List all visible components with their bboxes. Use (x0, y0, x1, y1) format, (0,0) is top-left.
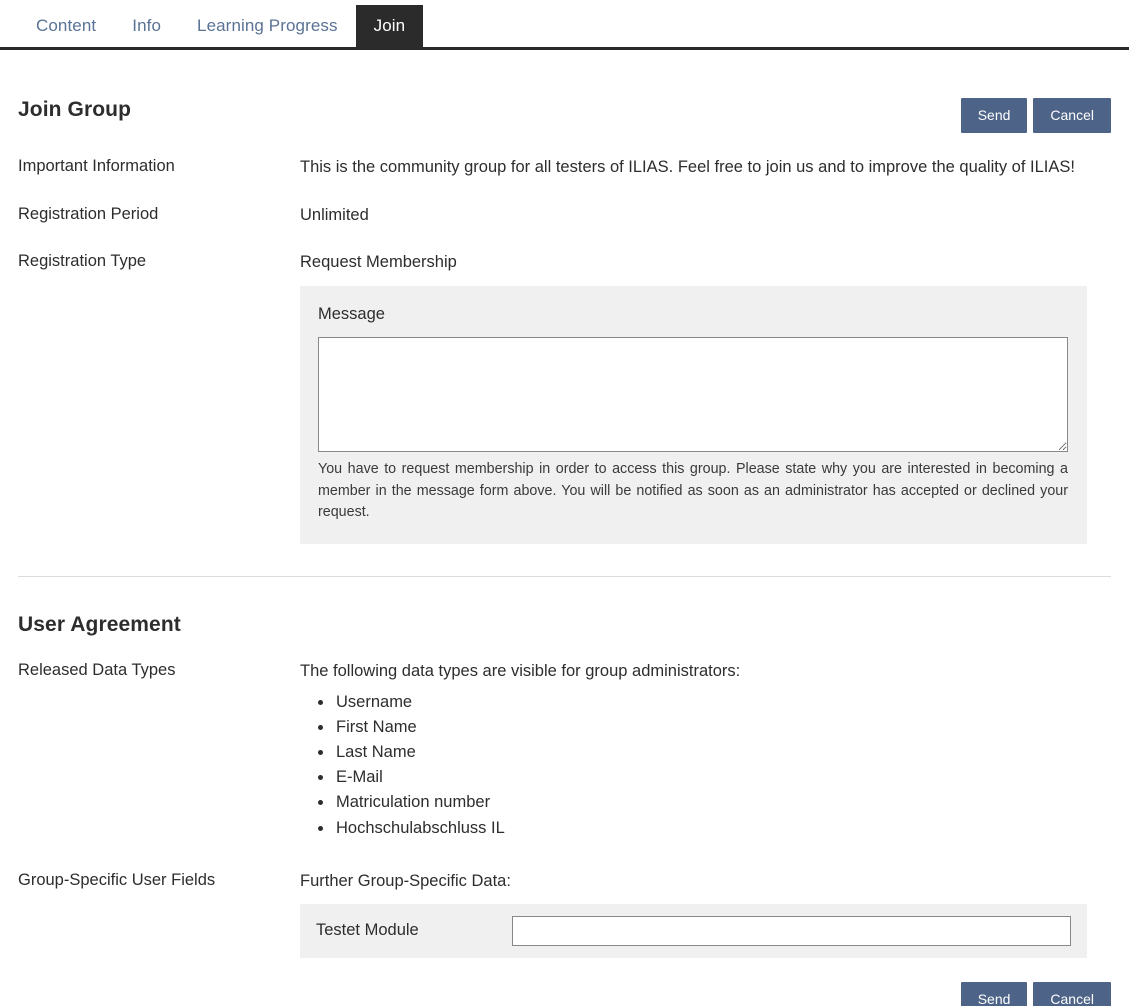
user-agreement-title: User Agreement (18, 613, 181, 637)
value-registration-type: Request Membership (300, 250, 1105, 276)
value-registration-type-wrapper: Request Membership Message You have to r… (300, 250, 1105, 543)
cancel-button-top[interactable]: Cancel (1033, 98, 1111, 133)
join-group-header: Join Group Send Cancel (18, 50, 1111, 133)
cancel-button-bottom[interactable]: Cancel (1033, 982, 1111, 1006)
row-registration-type: Registration Type Request Membership Mes… (18, 250, 1111, 543)
label-registration-period: Registration Period (18, 203, 300, 225)
label-group-specific-user-fields: Group-Specific User Fields (18, 869, 300, 891)
message-label: Message (318, 302, 1069, 328)
value-important-information: This is the community group for all test… (300, 155, 1105, 181)
list-item: Hochschulabschluss IL (334, 816, 1105, 841)
value-released-data-types: The following data types are visible for… (300, 659, 1105, 841)
page-title: Join Group (18, 98, 131, 122)
list-item: Last Name (334, 740, 1105, 765)
tab-join[interactable]: Join (356, 5, 424, 47)
label-important-information: Important Information (18, 155, 300, 177)
released-data-types-intro: The following data types are visible for… (300, 659, 1105, 685)
request-membership-panel: Message You have to request membership i… (300, 286, 1087, 544)
list-item: First Name (334, 715, 1105, 740)
row-group-specific-user-fields: Group-Specific User Fields Further Group… (18, 869, 1111, 959)
main-tab-bar: Content Info Learning Progress Join (0, 0, 1129, 50)
group-specific-data-intro: Further Group-Specific Data: (300, 869, 1105, 895)
page-content: Join Group Send Cancel Important Informa… (0, 50, 1129, 1006)
row-registration-period: Registration Period Unlimited (18, 203, 1111, 229)
list-item: Matriculation number (334, 790, 1105, 815)
list-item: Username (334, 690, 1105, 715)
testet-module-label: Testet Module (316, 918, 512, 944)
top-action-buttons: Send Cancel (961, 98, 1111, 133)
tab-content[interactable]: Content (18, 5, 114, 47)
bottom-action-buttons: Send Cancel (18, 982, 1111, 1006)
group-specific-field-panel: Testet Module (300, 904, 1087, 958)
value-registration-period: Unlimited (300, 203, 1105, 229)
row-released-data-types: Released Data Types The following data t… (18, 659, 1111, 841)
label-registration-type: Registration Type (18, 250, 300, 272)
tab-learning-progress[interactable]: Learning Progress (179, 5, 356, 47)
send-button-top[interactable]: Send (961, 98, 1028, 133)
message-help-text: You have to request membership in order … (318, 459, 1068, 523)
value-group-specific-user-fields: Further Group-Specific Data: Testet Modu… (300, 869, 1105, 959)
row-important-information: Important Information This is the commun… (18, 155, 1111, 181)
label-released-data-types: Released Data Types (18, 659, 300, 681)
message-input[interactable] (318, 337, 1068, 452)
user-agreement-header: User Agreement (18, 577, 1111, 637)
testet-module-input[interactable] (512, 916, 1071, 946)
list-item: E-Mail (334, 765, 1105, 790)
tab-info[interactable]: Info (114, 5, 179, 47)
send-button-bottom[interactable]: Send (961, 982, 1028, 1006)
released-data-types-list: Username First Name Last Name E-Mail Mat… (300, 690, 1105, 840)
